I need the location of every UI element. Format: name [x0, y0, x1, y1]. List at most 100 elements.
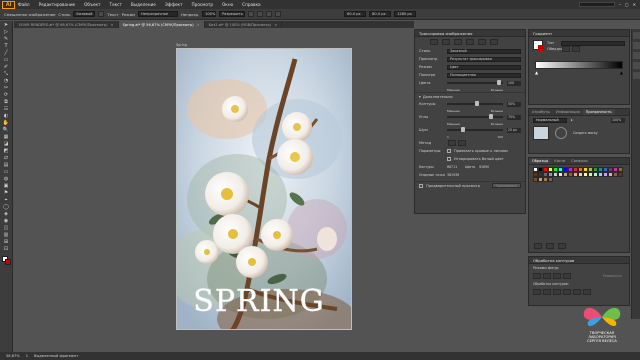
slider-value[interactable]: 75%	[507, 114, 521, 120]
menu-select[interactable]: Выделение	[131, 2, 156, 7]
ellipse-icon[interactable]: ◯	[2, 204, 11, 210]
close-tab-icon[interactable]: ×	[111, 23, 114, 27]
delete-swatch-icon[interactable]	[558, 243, 566, 249]
slider-track[interactable]	[447, 127, 503, 132]
tab-info[interactable]: Информация	[553, 109, 583, 115]
advanced-label[interactable]: Дополнительно	[423, 95, 453, 99]
width-icon[interactable]: ◔	[2, 78, 11, 84]
mode-dropdown[interactable]: Непрозрачное	[138, 11, 179, 17]
rotate-icon[interactable]: ⤡	[2, 71, 11, 77]
close-tab-icon[interactable]: ×	[197, 23, 200, 27]
layer-thumbnail[interactable]	[533, 126, 549, 140]
fill-stroke-icon[interactable]	[1, 256, 11, 265]
stroke-type-icon[interactable]	[572, 46, 580, 52]
artboard-number[interactable]: 1	[26, 354, 28, 358]
selection-icon[interactable]: ➤	[2, 22, 11, 28]
close-tab-icon[interactable]: ×	[274, 23, 277, 27]
pathfinder-title[interactable]: Обработка контуров	[529, 257, 629, 264]
slider-track[interactable]	[447, 114, 503, 119]
paintbrush-icon[interactable]: ◉	[2, 218, 11, 224]
gradient-title[interactable]: Градиент	[529, 30, 629, 37]
tab-brushes[interactable]: Кисти	[551, 158, 568, 164]
align-left-icon[interactable]	[248, 11, 255, 17]
slider-knob[interactable]	[489, 114, 493, 119]
align-panel-icon[interactable]	[633, 72, 640, 79]
slider-track[interactable]	[447, 101, 503, 106]
color-swatch[interactable]	[618, 172, 623, 177]
gradient-icon[interactable]: ◪	[2, 141, 11, 147]
opacity-field[interactable]: 100%	[202, 11, 217, 17]
gradient-slider[interactable]	[535, 61, 623, 69]
merge-icon[interactable]	[553, 289, 561, 295]
close-icon[interactable]: ✕	[633, 2, 636, 7]
gradient-stop-icon[interactable]: ▲	[620, 70, 623, 75]
distribute-icon[interactable]	[275, 11, 282, 17]
align-dropdown[interactable]: Разрешить	[219, 11, 246, 17]
blob-brush-icon[interactable]: ◫	[2, 225, 11, 231]
shape-builder-icon[interactable]: ☷	[2, 106, 11, 112]
overlapping-method-icon[interactable]	[458, 140, 466, 146]
crop-icon[interactable]	[563, 289, 571, 295]
color-swatch[interactable]	[548, 177, 553, 182]
zoom-icon[interactable]: 🔍	[2, 127, 11, 133]
style-dropdown[interactable]: Базовый	[73, 11, 96, 17]
perspective-selection-icon[interactable]: ⊡	[2, 246, 11, 252]
menu-file[interactable]: Файл	[18, 2, 30, 7]
perspective-icon[interactable]: ⚑	[2, 190, 11, 196]
maximize-icon[interactable]: ▢	[625, 2, 629, 7]
menu-effect[interactable]: Эффект	[165, 2, 183, 7]
slider-value[interactable]: 50%	[507, 101, 521, 107]
opacity-value[interactable]: 100%	[611, 117, 625, 123]
menu-type[interactable]: Текст	[110, 2, 122, 7]
stroke-type-icon[interactable]	[562, 46, 570, 52]
new-swatch-icon[interactable]	[546, 243, 554, 249]
curvature-icon[interactable]: ◈	[2, 211, 11, 217]
align-right-icon[interactable]	[266, 11, 273, 17]
colors-slider[interactable]	[447, 80, 503, 85]
abutting-method-icon[interactable]	[448, 140, 456, 146]
low-color-icon[interactable]	[454, 39, 462, 45]
snap-curves-checkbox[interactable]	[447, 149, 451, 153]
zoom-level[interactable]: 56,67%	[6, 354, 20, 358]
slider-value[interactable]: 25 px	[507, 127, 521, 133]
tab-spring[interactable]: Spring.ai* @ 56,67% (CMYK/Просмотр) ×	[118, 21, 205, 28]
view-dropdown[interactable]: Результат трассировки	[447, 56, 521, 62]
tab-transparency[interactable]: Прозрачность	[582, 109, 615, 115]
artboard[interactable]: SPRING	[176, 48, 352, 330]
blend-icon[interactable]: ⇄	[2, 155, 11, 161]
palette-dropdown[interactable]: Полноцветная	[447, 72, 521, 78]
stroke-panel-icon[interactable]	[633, 52, 640, 59]
unite-icon[interactable]	[533, 273, 541, 279]
mesh-icon[interactable]: ◐	[2, 113, 11, 119]
column-graph-icon[interactable]: ▥	[2, 232, 11, 238]
menu-view[interactable]: Просмотр	[192, 2, 214, 7]
menu-edit[interactable]: Редактирование	[39, 2, 76, 7]
align-center-icon[interactable]	[257, 11, 264, 17]
slider-knob[interactable]	[475, 101, 479, 106]
slider-knob[interactable]	[497, 80, 502, 85]
scissors-icon[interactable]: ✂	[2, 85, 11, 91]
eraser-icon[interactable]: ▣	[2, 183, 11, 189]
eyedropper-icon[interactable]: ◩	[2, 148, 11, 154]
graph-icon[interactable]: ▦	[2, 134, 11, 140]
free-transform-icon[interactable]: ⧉	[2, 99, 11, 105]
style-dropdown[interactable]: Заказной	[447, 48, 521, 54]
trim-icon[interactable]	[543, 289, 551, 295]
artboard-icon[interactable]: ▭	[2, 169, 11, 175]
reflect-icon[interactable]: ⟳	[2, 92, 11, 98]
tab-untitled[interactable]: Без2.ai* @ 100% (RGB/Просмотр) ×	[205, 21, 283, 28]
pencil-icon[interactable]: ✐	[2, 64, 11, 70]
black-white-icon[interactable]	[478, 39, 486, 45]
live-paint-icon[interactable]: ⊞	[2, 239, 11, 245]
search-input[interactable]	[578, 2, 615, 7]
auto-color-icon[interactable]	[430, 39, 438, 45]
gradient-preview[interactable]	[533, 40, 544, 51]
type-icon[interactable]: T	[2, 43, 11, 49]
menu-help[interactable]: Справка	[242, 2, 260, 7]
x-field[interactable]: 80.0 px	[344, 11, 367, 17]
y-field[interactable]: 80.0 px	[369, 11, 392, 17]
slider-knob[interactable]	[461, 127, 465, 132]
outline-icon[interactable]	[490, 39, 498, 45]
exclude-icon[interactable]	[563, 273, 571, 279]
tab-attributes[interactable]: Атрибуты	[529, 109, 553, 115]
